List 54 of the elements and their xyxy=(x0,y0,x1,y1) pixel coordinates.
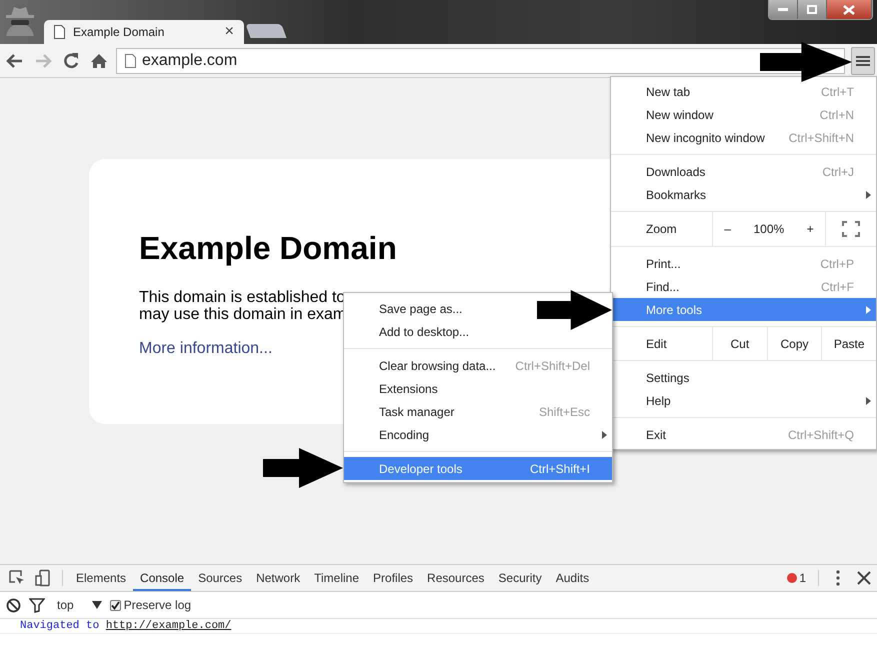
shortcut-label: Ctrl+N xyxy=(820,108,854,122)
menu-item[interactable]: Task manager Shift+Esc xyxy=(344,400,612,423)
shortcut-label: Ctrl+T xyxy=(821,84,854,98)
zoom-out-button[interactable]: – xyxy=(724,222,731,236)
context-selector[interactable]: top xyxy=(57,598,74,612)
menu-item[interactable]: Extensions xyxy=(344,377,612,400)
close-icon[interactable]: × xyxy=(224,23,234,41)
console-message: Navigated to http://example.com/ xyxy=(0,619,877,634)
zoom-label: Zoom xyxy=(645,221,678,238)
menu-item[interactable]: Save page as... xyxy=(344,297,612,320)
menu-item[interactable]: More tools xyxy=(611,298,876,321)
shortcut-label: Ctrl+Shift+I xyxy=(530,462,590,476)
shortcut-label: Ctrl+Shift+N xyxy=(788,130,854,144)
devtools-tab[interactable]: Security xyxy=(491,565,549,591)
url-text: example.com xyxy=(142,52,238,70)
more-info-link[interactable]: More information... xyxy=(139,340,272,358)
menu-item[interactable]: Add to desktop... xyxy=(344,320,612,343)
devtools-tab[interactable]: Elements xyxy=(69,565,134,591)
shortcut-label: Ctrl+Shift+Del xyxy=(515,358,590,372)
menu-item[interactable]: Exit Ctrl+Shift+Q xyxy=(611,423,876,446)
browser-tab[interactable]: Example Domain × xyxy=(44,20,244,44)
menu-item[interactable]: Bookmarks xyxy=(611,183,876,206)
shortcut-label: Ctrl+J xyxy=(822,164,854,178)
console-link[interactable]: http://example.com/ xyxy=(106,620,232,632)
shortcut-label: Shift+Esc xyxy=(538,404,590,418)
devtools-tab[interactable]: Resources xyxy=(420,565,492,591)
menu-item[interactable]: Developer tools Ctrl+Shift+I xyxy=(344,457,612,480)
menu-item[interactable]: Settings xyxy=(611,366,876,389)
devtools-tab[interactable]: Network xyxy=(249,565,308,591)
menu-item[interactable]: Print... Ctrl+P xyxy=(611,252,876,275)
shortcut-label: Ctrl+P xyxy=(820,256,854,270)
preserve-log-checkbox[interactable]: Preserve log xyxy=(110,598,192,612)
menu-item[interactable]: Find... Ctrl+F xyxy=(611,275,876,298)
shortcut-label: Ctrl+Shift+Q xyxy=(788,428,854,442)
menu-item[interactable]: New incognito window Ctrl+Shift+N xyxy=(611,126,876,149)
devtools-tab[interactable]: Console xyxy=(133,565,192,591)
menu-item[interactable]: New window Ctrl+N xyxy=(611,103,876,126)
error-count[interactable]: 1 xyxy=(799,571,806,585)
edit-action-button[interactable]: Copy xyxy=(766,327,822,360)
menu-item[interactable]: Clear browsing data... Ctrl+Shift+Del xyxy=(344,354,612,377)
devtools-tab[interactable]: Profiles xyxy=(366,565,420,591)
edit-action-button[interactable]: Paste xyxy=(821,327,876,360)
edit-label: Edit xyxy=(645,336,668,352)
devtools-tab[interactable]: Timeline xyxy=(307,565,366,591)
menu-item[interactable]: Encoding xyxy=(344,423,612,446)
devtools-tab[interactable]: Sources xyxy=(191,565,250,591)
menu-item[interactable]: New tab Ctrl+T xyxy=(611,80,876,103)
zoom-value: 100% xyxy=(753,222,784,236)
devtools-tab[interactable]: Audits xyxy=(548,565,596,591)
menu-item[interactable]: Help xyxy=(611,389,876,412)
edit-action-button[interactable]: Cut xyxy=(712,327,767,360)
menu-item[interactable]: Downloads Ctrl+J xyxy=(611,160,876,183)
shortcut-label: Ctrl+F xyxy=(821,280,854,294)
zoom-in-button[interactable]: + xyxy=(806,222,814,236)
